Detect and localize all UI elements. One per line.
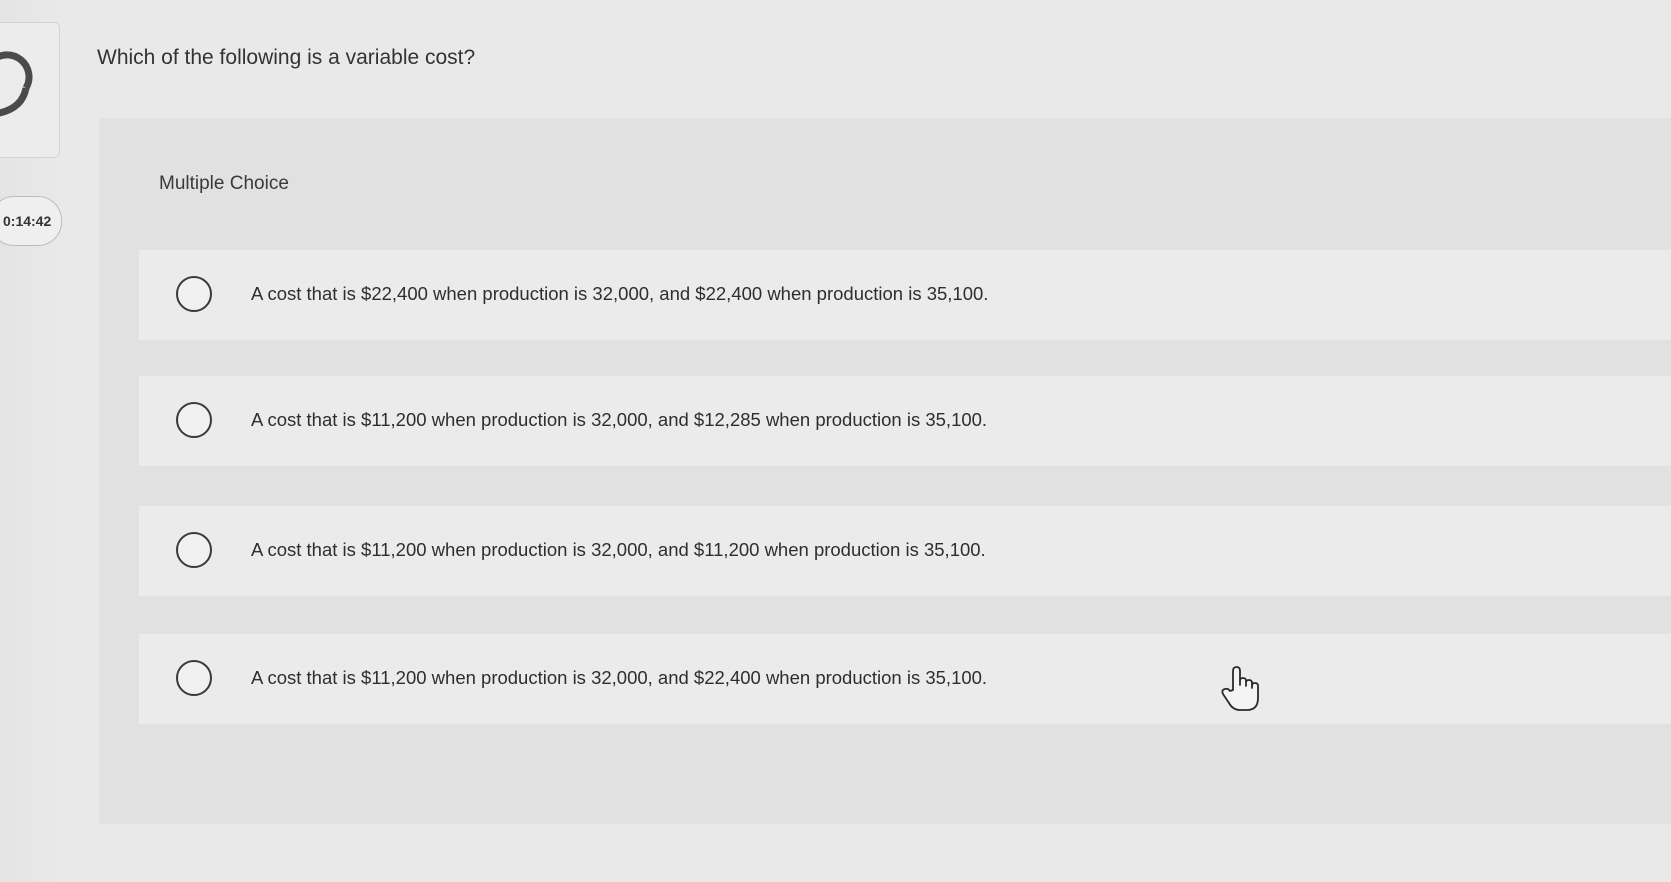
choice-option-1[interactable]: A cost that is $22,400 when production i…: [139, 250, 1671, 340]
timer-text: 0:14:42: [3, 213, 52, 229]
choice-option-3[interactable]: A cost that is $11,200 when production i…: [139, 506, 1671, 596]
question-prompt: Which of the following is a variable cos…: [97, 46, 476, 69]
radio-button-3[interactable]: [176, 532, 212, 568]
choice-text-2: A cost that is $11,200 when production i…: [251, 409, 988, 430]
choice-option-4[interactable]: A cost that is $11,200 when production i…: [139, 634, 1671, 724]
hand-pointer-icon: [1221, 666, 1259, 711]
choice-text-4: A cost that is $11,200 when production i…: [251, 667, 988, 688]
choice-option-2[interactable]: A cost that is $11,200 when production i…: [139, 376, 1671, 466]
choices-panel: Multiple Choice A cost that is $22,400 w…: [99, 118, 1671, 824]
timer[interactable]: 0:14:42: [0, 196, 62, 246]
radio-button-2[interactable]: [176, 402, 212, 438]
radio-button-1[interactable]: [176, 276, 212, 312]
choice-text-1: A cost that is $22,400 when production i…: [251, 283, 989, 304]
progress-ring-icon: [0, 51, 33, 117]
choice-text-3: A cost that is $11,200 when production i…: [251, 539, 986, 560]
radio-button-4[interactable]: [176, 660, 212, 696]
left-rail: 0:14:42: [0, 0, 62, 882]
question-type-label: Multiple Choice: [159, 173, 289, 194]
